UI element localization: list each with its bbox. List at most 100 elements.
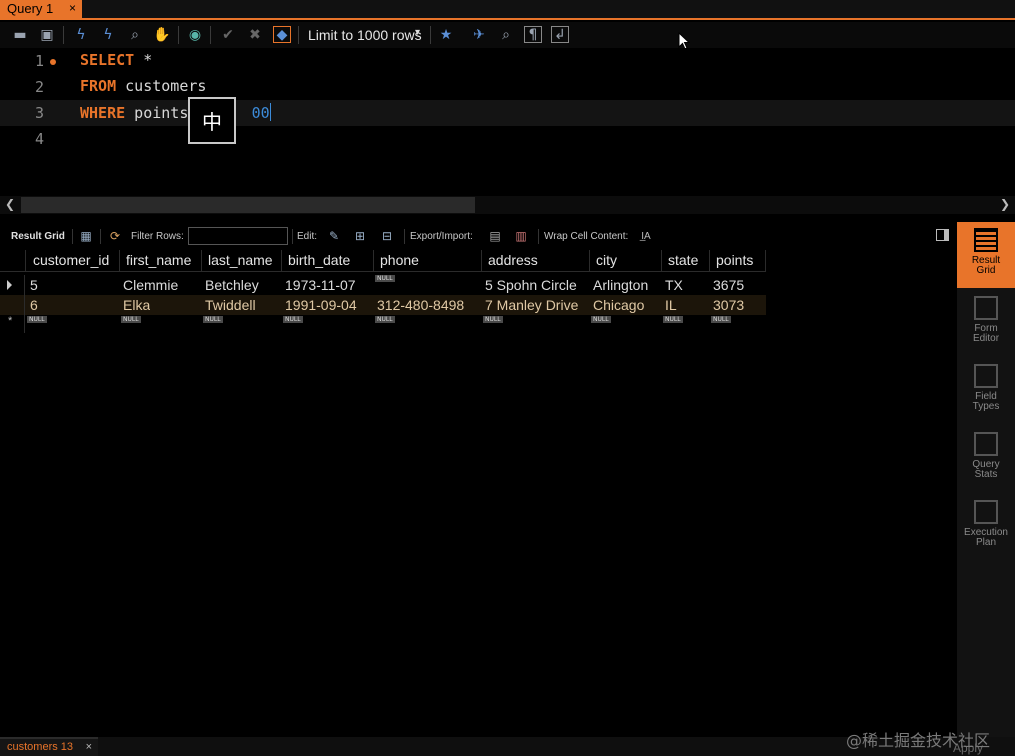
table-cell[interactable]: Arlington — [593, 277, 648, 293]
toggle-side-panel-icon[interactable] — [936, 229, 949, 241]
null-badge[interactable]: NULL — [591, 316, 611, 323]
column-header[interactable]: last_name — [202, 250, 282, 272]
rollback-icon[interactable]: ✖ — [246, 26, 264, 43]
column-header[interactable]: city — [590, 250, 662, 272]
table-cell[interactable]: Clemmie — [123, 277, 178, 293]
table-cell[interactable]: IL — [665, 297, 677, 313]
watermark: @稀土掘金技术社区 — [846, 731, 991, 750]
editor-line-2[interactable]: 2 FROM customers — [0, 74, 1015, 100]
editor-line-3-code: WHERE points 00 — [80, 103, 271, 122]
table-cell[interactable]: Betchley — [205, 277, 259, 293]
table-row[interactable]: 6 Elka Twiddell 1991-09-04 312-480-8498 … — [0, 295, 766, 315]
null-badge[interactable]: NULL — [27, 316, 47, 323]
import-icon[interactable]: ▥ — [512, 228, 530, 244]
row-header[interactable] — [0, 275, 25, 295]
scrollbar-thumb[interactable] — [21, 197, 475, 213]
table-cell[interactable]: 6 — [30, 297, 38, 313]
sql-text: points — [125, 104, 198, 122]
column-header[interactable]: birth_date — [282, 250, 374, 272]
find-icon[interactable]: ⌕ — [497, 26, 515, 43]
explain-icon[interactable]: ⌕ — [126, 26, 144, 43]
column-header[interactable]: customer_id — [26, 250, 120, 272]
null-badge[interactable]: NULL — [483, 316, 503, 323]
null-badge[interactable]: NULL — [711, 316, 731, 323]
null-badge[interactable]: NULL — [375, 275, 395, 282]
toolbar-divider — [298, 26, 299, 44]
null-badge[interactable]: NULL — [203, 316, 223, 323]
result-grid-button[interactable]: Result Grid — [957, 222, 1015, 288]
close-tab-icon[interactable]: × — [86, 741, 92, 753]
refresh-icon[interactable]: ⟳ — [106, 228, 124, 244]
table-cell[interactable]: Chicago — [593, 297, 644, 313]
null-badge[interactable]: NULL — [375, 316, 395, 323]
open-folder-icon[interactable]: ▬ — [11, 26, 29, 43]
row-header-corner — [0, 250, 26, 272]
table-cell[interactable]: 5 Spohn Circle — [485, 277, 577, 293]
table-cell[interactable]: Elka — [123, 297, 150, 313]
table-cell[interactable]: 312-480-8498 — [377, 297, 464, 313]
column-header[interactable]: points — [710, 250, 766, 272]
editor-line-1[interactable]: 1 SELECT * — [0, 48, 1015, 74]
table-cell[interactable]: 5 — [30, 277, 38, 293]
row-header[interactable] — [0, 295, 25, 315]
scroll-right-icon[interactable]: ❯ — [1000, 197, 1010, 211]
table-cell[interactable]: 1991-09-04 — [285, 297, 357, 313]
execute-icon[interactable]: ϟ — [72, 26, 90, 43]
column-header[interactable]: phone — [374, 250, 482, 272]
table-cell[interactable]: 3675 — [713, 277, 744, 293]
column-header[interactable]: address — [482, 250, 590, 272]
commit-icon[interactable]: ✔ — [219, 26, 237, 43]
toggle-continue-icon[interactable]: ◉ — [186, 26, 204, 43]
execute-current-icon[interactable]: ϟ — [99, 26, 117, 43]
row-header[interactable]: * — [0, 315, 25, 333]
editor-line-3[interactable]: 3 WHERE points 00 — [0, 100, 1015, 126]
invisible-chars-icon[interactable]: ¶ — [524, 26, 542, 43]
table-cell[interactable]: 3073 — [713, 297, 744, 313]
table-cell[interactable]: Twiddell — [205, 297, 256, 313]
table-cell[interactable]: TX — [665, 277, 683, 293]
table-row[interactable]: 5 Clemmie Betchley 1973-11-07 NULL 5 Spo… — [0, 275, 766, 295]
result-side-panel: Result Grid Form Editor Field Types Quer… — [957, 222, 1015, 756]
tab-customers-13[interactable]: customers 13 × — [0, 737, 98, 756]
tab-query-1[interactable]: Query 1 × — [0, 0, 82, 19]
wrap-cell-icon[interactable]: I̲A — [637, 228, 655, 244]
side-label: Editor — [972, 333, 1000, 344]
form-editor-button[interactable]: Form Editor — [957, 290, 1015, 356]
scroll-left-icon[interactable]: ❮ — [5, 197, 15, 211]
beautify-icon[interactable]: ✈ — [470, 26, 488, 43]
limit-rows-value: Limit to 1000 rows — [308, 27, 422, 43]
stop-icon[interactable]: ✋ — [153, 26, 171, 43]
null-badge[interactable]: NULL — [283, 316, 303, 323]
insert-row-icon[interactable]: ⊞ — [351, 228, 369, 244]
grid-view-icon[interactable]: ▦ — [77, 228, 95, 244]
autocommit-icon[interactable]: ◆ — [273, 26, 291, 43]
filter-rows-input[interactable] — [188, 227, 288, 245]
field-types-button[interactable]: Field Types — [957, 358, 1015, 424]
editor-line-4[interactable]: 4 — [0, 126, 1015, 152]
query-stats-button[interactable]: Query Stats — [957, 426, 1015, 492]
column-header[interactable]: first_name — [120, 250, 202, 272]
add-snippet-icon[interactable]: ★ — [437, 26, 455, 43]
save-icon[interactable]: ▣ — [38, 26, 56, 43]
execution-plan-button[interactable]: Execution Plan — [957, 494, 1015, 560]
table-cell[interactable]: 7 Manley Drive — [485, 297, 578, 313]
result-tab-label: customers 13 — [7, 741, 74, 753]
column-header[interactable]: state — [662, 250, 710, 272]
delete-row-icon[interactable]: ⊟ — [378, 228, 396, 244]
result-toolbar: Result Grid ▦ ⟳ Filter Rows: Edit: ✎ ⊞ ⊟… — [0, 224, 957, 248]
line-number: 3 — [34, 104, 44, 122]
sql-keyword: WHERE — [80, 104, 126, 122]
sql-editor[interactable]: 1 SELECT * 2 FROM customers 3 WHERE poin… — [0, 48, 1015, 196]
new-row[interactable]: * NULL NULL NULL NULL NULL NULL NULL NUL… — [0, 315, 766, 333]
edit-row-icon[interactable]: ✎ — [325, 228, 343, 244]
export-icon[interactable]: ▤ — [486, 228, 504, 244]
null-badge[interactable]: NULL — [663, 316, 683, 323]
wrap-lines-icon[interactable]: ↲ — [551, 26, 569, 43]
close-tab-icon[interactable]: × — [69, 1, 76, 15]
sql-number: 00 — [251, 104, 270, 122]
table-cell[interactable]: 1973-11-07 — [285, 277, 356, 293]
editor-horizontal-scrollbar[interactable]: ❮ ❯ — [0, 196, 1015, 214]
null-badge[interactable]: NULL — [121, 316, 141, 323]
query-tab-bar: Query 1 × — [0, 0, 1015, 20]
limit-rows-select[interactable]: Limit to 1000 rows ▾ — [302, 25, 424, 45]
